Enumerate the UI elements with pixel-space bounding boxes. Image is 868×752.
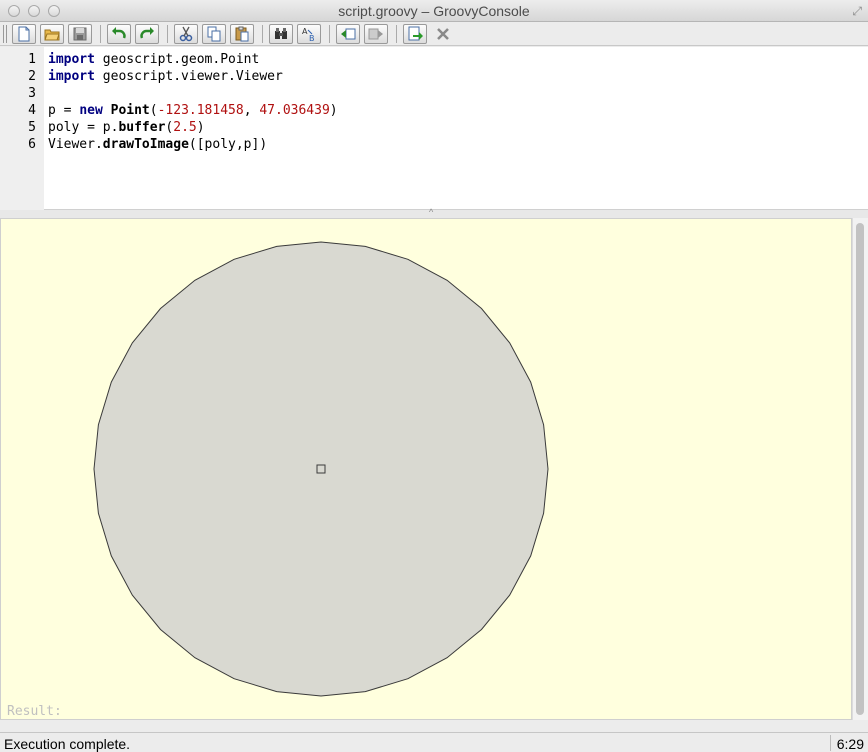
- save-button[interactable]: [68, 24, 92, 44]
- history-forward-button[interactable]: [364, 24, 388, 44]
- number-literal: 2.5: [173, 120, 197, 135]
- line-number: 1: [28, 52, 36, 67]
- svg-text:B: B: [309, 34, 315, 42]
- redo-icon: [140, 27, 154, 39]
- line-number: 6: [28, 137, 36, 152]
- new-file-icon: [18, 26, 30, 42]
- code-line[interactable]: import geoscript.geom.Point: [48, 52, 259, 67]
- run-script-button[interactable]: [403, 24, 427, 44]
- cut-button[interactable]: [174, 24, 198, 44]
- line-number: 4: [28, 103, 36, 118]
- method-name: buffer: [118, 120, 166, 135]
- result-label: Result:: [7, 704, 62, 719]
- undo-button[interactable]: [107, 24, 131, 44]
- line-number: 5: [28, 120, 36, 135]
- find-button[interactable]: [269, 24, 293, 44]
- undo-icon: [112, 27, 126, 39]
- script-editor[interactable]: 1 2 3 4 5 6 import geoscript.geom.Point …: [0, 47, 868, 210]
- history-forward-icon: [368, 28, 383, 40]
- copy-icon: [207, 26, 221, 42]
- toolbar: AB: [0, 22, 868, 46]
- code-line[interactable]: import geoscript.viewer.Viewer: [48, 69, 283, 84]
- pane-splitter[interactable]: ^: [0, 207, 868, 218]
- title-bar: script.groovy – GroovyConsole ⤢: [0, 0, 868, 22]
- paste-icon: [235, 26, 249, 42]
- interrupt-icon: [437, 28, 449, 40]
- number-literal: -123.181458: [157, 103, 244, 118]
- code-text: geoscript.geom.Point: [94, 52, 260, 67]
- line-number: 2: [28, 69, 36, 84]
- code-text: ([poly,p]): [188, 137, 268, 152]
- paste-button[interactable]: [230, 24, 254, 44]
- output-pane[interactable]: Result:: [0, 218, 852, 720]
- history-back-icon: [341, 28, 356, 40]
- code-text: ): [196, 120, 205, 135]
- method-name: Point: [110, 103, 150, 118]
- run-script-icon: [408, 26, 423, 41]
- code-text: Viewer.: [48, 137, 103, 152]
- code-line[interactable]: p = new Point(-123.181458, 47.036439): [48, 103, 338, 118]
- line-number: 3: [28, 86, 36, 101]
- caret-up-icon[interactable]: ^: [429, 207, 433, 217]
- copy-button[interactable]: [202, 24, 226, 44]
- toolbar-separator: [262, 25, 263, 43]
- toolbar-separator: [329, 25, 330, 43]
- vertical-scrollbar[interactable]: [852, 218, 868, 720]
- code-text: ): [329, 103, 338, 118]
- keyword: import: [48, 52, 95, 67]
- toolbar-separator: [167, 25, 168, 43]
- status-bar: Execution complete. 6:29: [0, 732, 868, 752]
- toolbar-separator: [100, 25, 101, 43]
- code-line[interactable]: Viewer.drawToImage([poly,p]): [48, 137, 267, 152]
- code-text: ,: [243, 103, 260, 118]
- point-marker: [316, 464, 326, 474]
- new-file-button[interactable]: [12, 24, 36, 44]
- replace-button[interactable]: AB: [297, 24, 321, 44]
- open-file-button[interactable]: [40, 24, 64, 44]
- interrupt-button[interactable]: [431, 24, 455, 44]
- code-line[interactable]: poly = p.buffer(2.5): [48, 120, 205, 135]
- toolbar-separator: [396, 25, 397, 43]
- status-message: Execution complete.: [4, 736, 131, 752]
- caret-position: 6:29: [836, 736, 864, 752]
- save-icon: [73, 27, 87, 41]
- method-name: drawToImage: [102, 137, 189, 152]
- scrollbar-thumb[interactable]: [856, 223, 864, 715]
- fullscreen-icon[interactable]: ⤢: [852, 4, 862, 19]
- toolbar-grip[interactable]: [3, 25, 7, 43]
- find-icon: [275, 28, 287, 39]
- svg-text:A: A: [302, 27, 308, 36]
- keyword: new: [79, 103, 103, 118]
- status-divider: [830, 735, 831, 751]
- redo-button[interactable]: [135, 24, 159, 44]
- line-number-gutter: 1 2 3 4 5 6: [0, 47, 44, 210]
- window-title: script.groovy – GroovyConsole: [338, 3, 530, 19]
- keyword: import: [48, 69, 95, 84]
- open-folder-icon: [44, 29, 60, 41]
- code-text: p =: [48, 103, 80, 118]
- cut-icon: [179, 26, 193, 42]
- history-back-button[interactable]: [336, 24, 360, 44]
- code-text: poly = p.: [48, 120, 119, 135]
- replace-icon: AB: [302, 27, 315, 42]
- number-literal: 47.036439: [259, 103, 330, 118]
- code-text: (: [149, 103, 158, 118]
- rendered-image: [93, 241, 549, 697]
- code-text: geoscript.viewer.Viewer: [94, 69, 283, 84]
